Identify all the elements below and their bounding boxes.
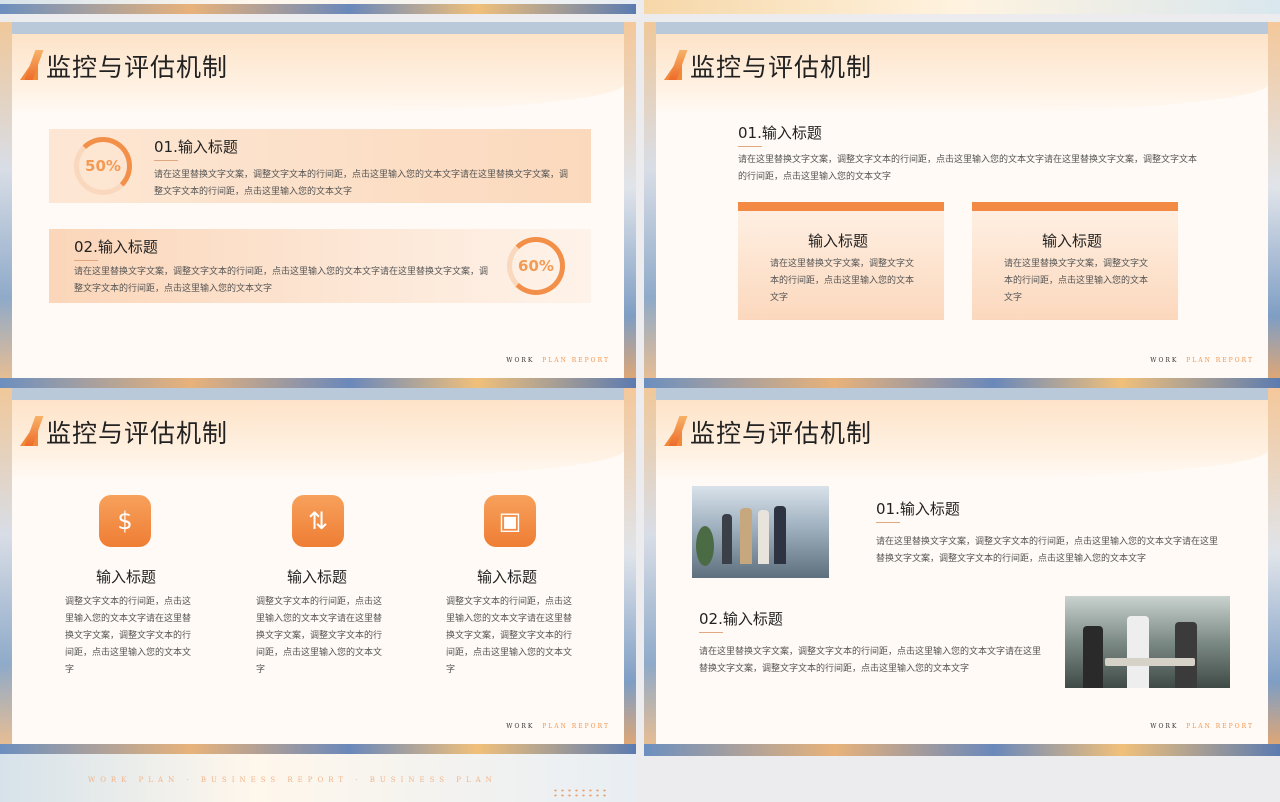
slide-thumbnail-bottom[interactable]: WORK PLAN · BUSINESS REPORT · BUSINESS P…: [0, 754, 636, 802]
column-title: 输入标题: [96, 568, 157, 586]
slide-title: 监控与评估机制: [46, 53, 229, 82]
slide-thumbnail-top-left[interactable]: [0, 0, 636, 14]
column-title: 输入标题: [477, 568, 538, 586]
column-text: 调整文字文本的行间距，点击这里输入您的文本文字请在这里替换文字文案，调整文字文本…: [65, 597, 192, 675]
office-walkway-photo: [692, 486, 829, 578]
column-title: 输入标题: [287, 568, 348, 586]
column-text: 调整文字文本的行间距，点击这里输入您的文本文字请在这里替换文字文案，调整文字文本…: [256, 597, 383, 675]
slide-decoration: [1268, 22, 1280, 390]
box-text: 请在这里替换文字文案，调整文字文本的行间距，点击这里输入您的文本文字: [1004, 259, 1149, 303]
item-title: 02.输入标题: [699, 610, 783, 628]
slide-thumbnail-top-right[interactable]: [644, 0, 1280, 14]
slide-title: 监控与评估机制: [690, 419, 873, 448]
box-accent: [738, 202, 944, 211]
slide-decoration: [1268, 388, 1280, 756]
slide-title: 监控与评估机制: [690, 53, 873, 82]
divider: [699, 632, 723, 633]
slide-decoration: [0, 388, 12, 756]
slide-decoration: [624, 388, 636, 756]
slide-decoration: [0, 22, 12, 390]
receipt-icon: $: [99, 495, 151, 547]
info-box: 输入标题 请在这里替换文字文案，调整文字文本的行间距，点击这里输入您的文本文字: [972, 202, 1178, 320]
divider: [738, 146, 762, 147]
box-icon: ▣: [484, 495, 536, 547]
slide-decoration: [644, 388, 656, 756]
column-text: 调整文字文本的行间距，点击这里输入您的文本文字请在这里替换文字文案，调整文字文本…: [446, 597, 573, 675]
slide-decoration: [644, 22, 656, 390]
item-text: 请在这里替换文字文案，调整文字文本的行间距，点击这里输入您的文本文字请在这里替换…: [699, 647, 1042, 674]
meeting-photo: [1065, 596, 1230, 688]
divider: [876, 522, 900, 523]
item-text: 请在这里替换文字文案，调整文字文本的行间距，点击这里输入您的文本文字请在这里替换…: [74, 267, 489, 294]
progress-ring: 50%: [74, 137, 132, 195]
progress-ring: 60%: [507, 237, 565, 295]
info-box: 输入标题 请在这里替换文字文案，调整文字文本的行间距，点击这里输入您的文本文字: [738, 202, 944, 320]
divider: [74, 260, 98, 261]
box-title: 输入标题: [1042, 232, 1103, 250]
item-title: 02.输入标题: [74, 238, 158, 256]
section-text: 请在这里替换文字文案，调整文字文本的行间距，点击这里输入您的文本文字请在这里替换…: [738, 155, 1198, 182]
slide-decoration: [644, 744, 1280, 756]
slide-card: 监控与评估机制 01.输入标题 请在这里替换文字文案，调整文字文本的行间距，点击…: [656, 34, 1268, 378]
item-title: 01.输入标题: [876, 500, 960, 518]
slide-card: 监控与评估机制 01.输入标题 请在这里替换文字文案，调整文字文本的行间距，点击…: [656, 400, 1268, 744]
slide-card: 监控与评估机制 50% 01.输入标题 请在这里替换文字文案，调整文字文本的行间…: [12, 34, 624, 378]
item-text: 请在这里替换文字文案，调整文字文本的行间距，点击这里输入您的文本文字请在这里替换…: [876, 537, 1219, 564]
slide-decoration: [624, 22, 636, 390]
footer-tag: WORK PLAN REPORT: [1150, 357, 1254, 364]
slide-title: 监控与评估机制: [46, 419, 229, 448]
footer-tag: WORK PLAN REPORT: [1150, 723, 1254, 730]
slide-3[interactable]: 监控与评估机制 $ 输入标题 调整文字文本的行间距，点击这里输入您的文本文字请在…: [0, 388, 636, 756]
strip-text: WORK PLAN · BUSINESS REPORT · BUSINESS P…: [88, 776, 497, 784]
item-text: 请在这里替换文字文案，调整文字文本的行间距，点击这里输入您的文本文字请在这里替换…: [154, 170, 569, 197]
footer-tag: WORK PLAN REPORT: [506, 723, 610, 730]
dot-pattern: [552, 788, 608, 798]
box-accent: [972, 202, 1178, 211]
box-title: 输入标题: [808, 232, 869, 250]
item-title: 01.输入标题: [154, 138, 238, 156]
box-text: 请在这里替换文字文案，调整文字文本的行间距，点击这里输入您的文本文字: [770, 259, 915, 303]
section-title: 01.输入标题: [738, 124, 822, 142]
slide-2[interactable]: 监控与评估机制 01.输入标题 请在这里替换文字文案，调整文字文本的行间距，点击…: [644, 22, 1280, 390]
slide-card: 监控与评估机制 $ 输入标题 调整文字文本的行间距，点击这里输入您的文本文字请在…: [12, 400, 624, 744]
slide-4[interactable]: 监控与评估机制 01.输入标题 请在这里替换文字文案，调整文字文本的行间距，点击…: [644, 388, 1280, 756]
progress-value: 50%: [85, 157, 121, 175]
divider: [154, 160, 178, 161]
footer-tag: WORK PLAN REPORT: [506, 357, 610, 364]
sliders-icon: ⇅: [292, 495, 344, 547]
slide-1[interactable]: 监控与评估机制 50% 01.输入标题 请在这里替换文字文案，调整文字文本的行间…: [0, 22, 636, 390]
progress-value: 60%: [518, 257, 554, 275]
